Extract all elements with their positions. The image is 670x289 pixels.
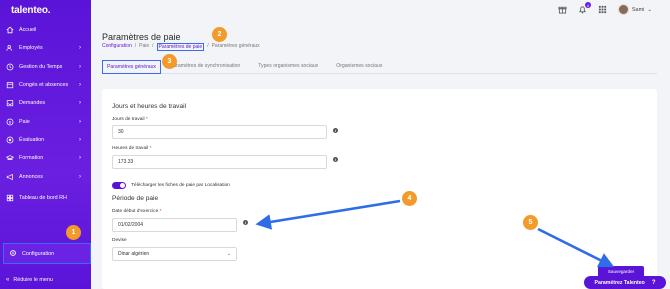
tab-bar: Paramètres généraux Paramètres de synchr… [102,58,657,74]
help-setup-label: Paramétrez Talenteo [594,279,645,286]
sidebar-item-tableau-de-bord-rh[interactable]: Tableau de bord RH [0,186,91,210]
section-title-pay-period: Période de paie [112,195,159,202]
notification-count-badge: 4 [584,2,591,8]
chevron-right-icon: › [79,82,81,89]
page-title: Paramètres de paie [102,32,181,42]
info-icon[interactable]: i [333,128,338,133]
sidebar-item-gestion-du-temps[interactable]: Gestion du Temps › [0,58,91,76]
toggle-label: Télécharger les fiches de paie par Local… [131,183,230,188]
sidebar-item-paie[interactable]: $ Paie › [0,112,91,130]
user-name: Sami [631,6,645,13]
sidebar: talenteo. Accueil Employés › Gestion du Tem… [0,0,91,289]
heures-de-travail-input[interactable]: 173.33 [112,155,327,169]
annotation-badge-5: 5 [523,215,538,230]
double-chevron-left-icon: « [6,277,10,283]
annotation-badge-4: 4 [402,191,417,206]
sidebar-item-label: Configuration [22,250,55,257]
chevron-right-icon: › [79,173,81,180]
tab-parametres-generaux[interactable]: Paramètres généraux [102,60,161,74]
users-icon [6,44,14,52]
target-icon [6,136,14,144]
date-label: Date début d'exercice * [112,209,162,214]
chevron-right-icon: › [79,100,81,107]
megaphone-icon [6,173,14,181]
bell-icon[interactable]: 4 [578,2,591,14]
chevron-right-icon: › [79,118,81,125]
sidebar-item-label: Formation [19,155,44,162]
inbox-icon [6,99,14,107]
info-icon[interactable]: i [243,220,248,225]
chevron-right-icon: › [79,155,81,162]
dashboard-icon [6,194,14,202]
sidebar-item-accueil[interactable]: Accueil [0,21,91,39]
section-title-work-hours: Jours et heures de travail [112,103,187,110]
calendar-icon [6,81,14,89]
chevron-right-icon: › [79,63,81,70]
date-debut-exercice-input[interactable]: 01/02/2004 [112,218,237,232]
home-icon [6,26,14,34]
breadcrumb-item-paie[interactable]: Paie [139,43,149,51]
graduation-icon [6,154,14,162]
localisation-toggle[interactable] [112,182,126,189]
annotation-badge-2: 2 [212,27,227,42]
devise-select[interactable]: Dinar algérien ⌄ [112,247,237,261]
sidebar-item-label: Accueil [19,27,37,34]
breadcrumb: Configuration / Paie / Paramètres de pai… [102,43,260,51]
gear-icon [9,249,17,259]
breadcrumb-item-current: Paramètres généraux [211,43,260,49]
heures-label: Heures de travail * [112,146,152,151]
devise-selected-value: Dinar algérien [118,251,150,257]
sidebar-item-configuration[interactable]: Configuration [3,243,91,264]
sidebar-item-employes[interactable]: Employés › [0,39,91,57]
breadcrumb-separator: / [152,43,154,49]
devise-label: Devise [112,238,127,243]
money-icon: $ [6,118,14,126]
sidebar-item-annonces[interactable]: Annonces › [0,167,91,185]
collapse-menu-button[interactable]: « Réduire le menu [6,277,53,283]
chevron-down-icon: ⌄ [226,251,231,257]
breadcrumb-separator: / [134,43,137,49]
breadcrumb-item-parametres-paie[interactable]: Paramètres de paie [156,43,205,51]
sidebar-item-label: Employés [19,45,43,52]
sidebar-item-demandes[interactable]: Demandes › [0,94,91,112]
sidebar-item-label: Paie [19,118,30,125]
breadcrumb-separator: / [207,43,209,49]
sidebar-nav: Accueil Employés › Gestion du Temps › Congés … [0,21,91,210]
sidebar-item-evaluation[interactable]: Évaluation › [0,131,91,149]
top-bar: 4 Sami ⌄ [91,0,670,20]
settings-card: Jours et heures de travail Jours de trav… [102,89,657,289]
breadcrumb-item-configuration[interactable]: Configuration [102,43,132,51]
collapse-menu-label: Réduire le menu [13,277,53,283]
annotation-badge-1: 1 [66,225,81,240]
sidebar-item-label: Annonces [19,173,43,180]
avatar [617,4,629,15]
talenteo-logo[interactable]: talenteo. [11,5,51,16]
sidebar-item-conges-et-absences[interactable]: Congés et absences › [0,76,91,94]
svg-text:$: $ [9,119,12,124]
question-icon: ? [651,279,656,286]
sidebar-item-label: Congés et absences [19,82,69,89]
chevron-right-icon: › [79,136,81,143]
user-menu[interactable]: Sami ⌄ [617,4,652,15]
chevron-right-icon: › [79,45,81,52]
sidebar-item-formation[interactable]: Formation › [0,149,91,167]
gift-icon[interactable] [558,5,567,14]
clock-icon [6,63,14,71]
sidebar-item-label: Demandes [19,100,46,107]
sidebar-item-label: Gestion du Temps [19,63,63,70]
jours-label: Jours de travail * [112,117,148,122]
info-icon[interactable]: i [333,157,338,162]
tab-types-organismes-sociaux[interactable]: Types organismes sociaux [249,63,327,73]
annotation-badge-3: 3 [162,54,177,69]
help-setup-button[interactable]: Paramétrez Talenteo ? [584,276,666,289]
grid-apps-icon[interactable] [598,5,607,14]
tab-organismes-sociaux[interactable]: Organismes sociaux [327,63,391,73]
chevron-down-icon: ⌄ [647,6,652,13]
jours-de-travail-input[interactable]: 30 [112,125,327,139]
sidebar-item-label: Évaluation [19,136,45,143]
sidebar-item-label: Tableau de bord RH [19,194,67,201]
